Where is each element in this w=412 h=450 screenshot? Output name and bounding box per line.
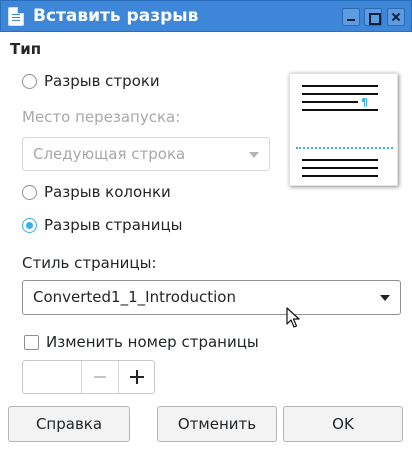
line-break-option[interactable]: Разрыв строки (22, 70, 160, 92)
restart-place-select: Следующая строка (22, 137, 270, 171)
increment-button[interactable] (119, 361, 155, 393)
paragraph-mark: ¶ (361, 96, 368, 109)
restart-place-label: Место перезапуска: (22, 108, 181, 126)
line-break-radio[interactable] (22, 73, 37, 89)
decrement-button (82, 361, 118, 393)
minus-icon (94, 376, 106, 378)
change-page-number-label: Изменить номер страницы (46, 333, 259, 351)
page-break-radio[interactable] (22, 217, 37, 233)
page-break-option[interactable]: Разрыв страницы (22, 214, 183, 236)
minimize-button[interactable] (342, 8, 360, 26)
page-style-select[interactable]: Converted1_1_Introduction (22, 280, 401, 315)
change-page-number-option[interactable]: Изменить номер страницы (24, 333, 259, 351)
mouse-pointer-icon (286, 307, 300, 328)
chevron-down-icon (380, 295, 390, 301)
title-bar: Вставить разрыв (0, 0, 412, 32)
close-button[interactable] (387, 8, 405, 26)
break-preview: ¶ (289, 73, 398, 186)
chevron-down-icon (249, 152, 259, 158)
column-break-label: Разрыв колонки (44, 183, 171, 201)
writer-document-icon (8, 7, 24, 26)
page-style-value: Converted1_1_Introduction (33, 288, 236, 306)
restart-place-value: Следующая строка (33, 145, 186, 163)
page-break-label: Разрыв страницы (44, 216, 183, 234)
page-style-label: Стиль страницы: (22, 254, 157, 272)
column-break-radio[interactable] (22, 184, 37, 200)
line-break-label: Разрыв строки (44, 72, 160, 90)
change-page-number-checkbox[interactable] (24, 334, 39, 350)
type-section-title: Тип (10, 40, 42, 58)
help-button[interactable]: Справка (8, 406, 130, 442)
break-line (296, 147, 393, 149)
page-number-spinbox (22, 360, 155, 394)
window-title: Вставить разрыв (33, 6, 199, 26)
cancel-button[interactable]: Отменить (157, 406, 277, 442)
column-break-option[interactable]: Разрыв колонки (22, 181, 171, 203)
ok-button[interactable]: OK (283, 406, 403, 442)
maximize-button[interactable] (364, 8, 382, 26)
